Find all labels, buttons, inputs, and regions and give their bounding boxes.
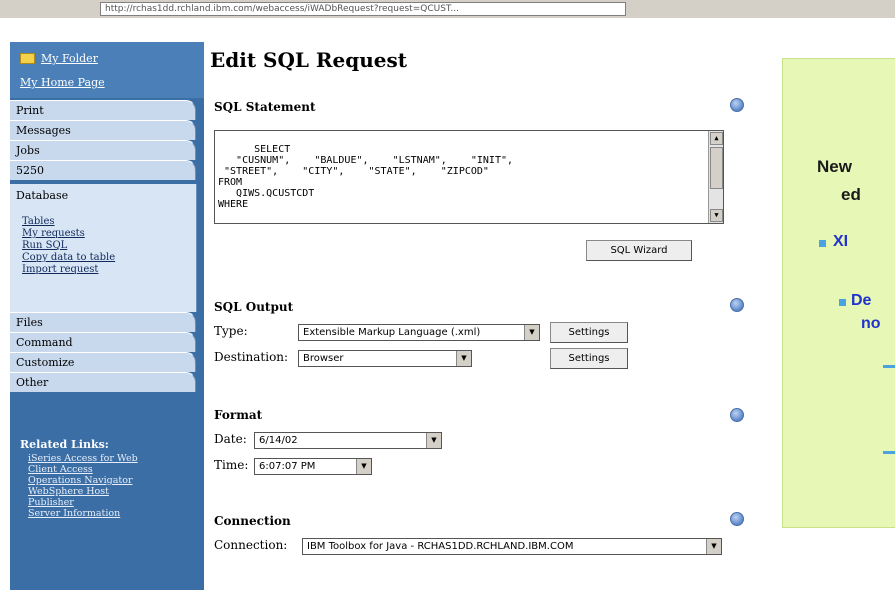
related-link[interactable]: Server Information	[28, 508, 138, 519]
my-folder-link[interactable]: My Folder	[20, 52, 98, 65]
sidebar-item-my-requests[interactable]: My requests	[22, 228, 85, 239]
bullet-icon	[819, 240, 826, 247]
page-title: Edit SQL Request	[210, 48, 408, 72]
main-content: Edit SQL Request SQL Statement SELECT "C…	[210, 36, 770, 596]
callout-bullet-2a: De	[851, 292, 872, 309]
sidebar: My Folder My Home Page Print Messages Jo…	[10, 42, 204, 590]
related-link[interactable]: WebSphere Host	[28, 486, 138, 497]
destination-select[interactable]: Browser ▼	[298, 350, 472, 367]
related-link[interactable]: Publisher	[28, 497, 138, 508]
output-type-select[interactable]: Extensible Markup Language (.xml) ▼	[298, 324, 540, 341]
help-icon[interactable]	[730, 98, 744, 112]
tab-5250[interactable]: 5250	[10, 160, 196, 180]
scroll-thumb[interactable]	[710, 147, 723, 189]
destination-label: Destination:	[214, 350, 289, 364]
sql-output-heading: SQL Output	[214, 300, 294, 314]
help-icon[interactable]	[730, 408, 744, 422]
tab-command[interactable]: Command	[10, 332, 196, 352]
my-folder-label: My Folder	[41, 52, 98, 65]
help-icon[interactable]	[730, 512, 744, 526]
destination-settings-button[interactable]: Settings	[550, 348, 628, 369]
chevron-down-icon: ▼	[356, 459, 371, 474]
scroll-up-icon[interactable]: ▲	[710, 132, 723, 145]
sidebar-header: My Folder My Home Page	[10, 42, 204, 98]
related-links-title: Related Links:	[20, 438, 109, 451]
browser-address-bar: http://rchas1dd.rchland.ibm.com/webacces…	[0, 0, 895, 19]
destination-value: Browser	[303, 353, 344, 364]
time-label: Time:	[214, 458, 249, 472]
chevron-down-icon: ▼	[456, 351, 471, 366]
callout-bullet-2b: no	[861, 315, 881, 332]
tab-messages[interactable]: Messages	[10, 120, 196, 140]
tab-database[interactable]: Database	[10, 184, 196, 207]
folder-icon	[20, 53, 35, 64]
connection-heading: Connection	[214, 514, 291, 528]
related-links: Related Links: iSeries Access for Web Cl…	[20, 438, 138, 519]
help-icon[interactable]	[730, 298, 744, 312]
callout-line-1: New	[817, 157, 852, 176]
browser-content: My Folder My Home Page Print Messages Jo…	[0, 18, 895, 590]
sql-wizard-button[interactable]: SQL Wizard	[586, 240, 692, 261]
connection-label: Connection:	[214, 538, 288, 552]
dash-icon	[883, 365, 895, 368]
format-heading: Format	[214, 408, 263, 422]
callout-line-2: ed	[841, 185, 861, 204]
time-format-select[interactable]: 6:07:07 PM ▼	[254, 458, 372, 475]
time-format-value: 6:07:07 PM	[259, 461, 316, 472]
chevron-down-icon: ▼	[524, 325, 539, 340]
output-type-value: Extensible Markup Language (.xml)	[303, 327, 481, 338]
sql-statement-text: SELECT "CUSNUM", "BALDUE", "LSTNAM", "IN…	[218, 144, 514, 210]
date-format-select[interactable]: 6/14/02 ▼	[254, 432, 442, 449]
type-settings-button[interactable]: Settings	[550, 322, 628, 343]
address-input[interactable]: http://rchas1dd.rchland.ibm.com/webacces…	[100, 2, 626, 16]
date-format-value: 6/14/02	[259, 435, 298, 446]
related-link[interactable]: iSeries Access for Web	[28, 453, 138, 464]
connection-select[interactable]: IBM Toolbox for Java - RCHAS1DD.RCHLAND.…	[302, 538, 722, 555]
sidebar-item-copy-data[interactable]: Copy data to table	[22, 252, 115, 263]
callout-panel: New ed XI De no	[782, 58, 895, 528]
related-link[interactable]: Operations Navigator	[28, 475, 138, 486]
sql-statement-textarea[interactable]: SELECT "CUSNUM", "BALDUE", "LSTNAM", "IN…	[214, 130, 724, 224]
dash-icon	[883, 451, 895, 454]
sql-statement-heading: SQL Statement	[214, 100, 316, 114]
callout-bullet-1: XI	[833, 233, 849, 250]
type-label: Type:	[214, 324, 248, 338]
database-panel: Database Tables My requests Run SQL Copy…	[10, 184, 197, 312]
chevron-down-icon: ▼	[706, 539, 721, 554]
sidebar-item-tables[interactable]: Tables	[22, 216, 55, 227]
tab-other[interactable]: Other	[10, 372, 196, 392]
my-home-page-link[interactable]: My Home Page	[20, 76, 105, 89]
tab-customize[interactable]: Customize	[10, 352, 196, 372]
sidebar-item-import-request[interactable]: Import request	[22, 264, 98, 275]
bullet-icon	[839, 299, 846, 306]
chevron-down-icon: ▼	[426, 433, 441, 448]
scroll-down-icon[interactable]: ▼	[710, 209, 723, 222]
tab-jobs[interactable]: Jobs	[10, 140, 196, 160]
date-label: Date:	[214, 432, 247, 446]
tab-files[interactable]: Files	[10, 312, 196, 332]
tab-print[interactable]: Print	[10, 100, 196, 120]
related-link[interactable]: Client Access	[28, 464, 138, 475]
textarea-scrollbar[interactable]: ▲ ▼	[708, 131, 723, 223]
connection-value: IBM Toolbox for Java - RCHAS1DD.RCHLAND.…	[307, 541, 574, 552]
sidebar-item-run-sql[interactable]: Run SQL	[22, 240, 67, 251]
